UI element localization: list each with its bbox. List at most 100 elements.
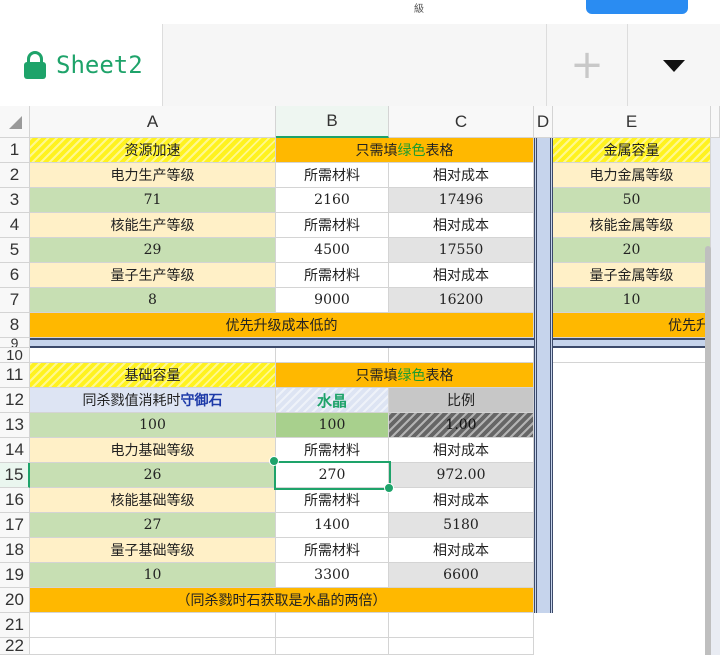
column-header-f[interactable] [711, 106, 720, 138]
row-header-18[interactable]: 18 [0, 538, 30, 563]
cell-c4[interactable]: 相对成本 [389, 213, 534, 238]
row-header-20[interactable]: 20 [0, 588, 30, 613]
row-header-2[interactable]: 2 [0, 163, 30, 188]
cell-a2[interactable]: 电力生产等级 [30, 163, 276, 188]
cell-e7[interactable]: 10 [553, 288, 711, 313]
cell-e4[interactable]: 核能金属等级 [553, 213, 711, 238]
sheet-menu-button[interactable] [627, 24, 720, 106]
row-header-9[interactable]: 9 [0, 338, 30, 348]
row-header-22[interactable]: 22 [0, 638, 30, 655]
cell-selection-box[interactable] [274, 461, 391, 490]
cell-a6[interactable]: 量子生产等级 [30, 263, 276, 288]
add-sheet-button[interactable]: + [546, 24, 627, 106]
row-header-11[interactable]: 11 [0, 363, 30, 388]
selection-handle-top-left[interactable] [269, 456, 279, 466]
cell-b16[interactable]: 所需材料 [276, 488, 389, 513]
cell-a15[interactable]: 26 [30, 463, 276, 488]
cell-a19[interactable]: 10 [30, 563, 276, 588]
cell-b11[interactable]: 只需填 绿色 表格 [276, 363, 534, 388]
row-header-13[interactable]: 13 [0, 413, 30, 438]
row-header-7[interactable]: 7 [0, 288, 30, 313]
cell-c12[interactable]: 比例 [389, 388, 534, 413]
row-header-1[interactable]: 1 [0, 138, 30, 163]
cell-a14[interactable]: 电力基础等级 [30, 438, 276, 463]
row-header-3[interactable]: 3 [0, 188, 30, 213]
row-header-10[interactable]: 10 [0, 348, 30, 363]
row-9-band[interactable] [30, 338, 720, 348]
row-header-14[interactable]: 14 [0, 438, 30, 463]
cell-c13[interactable]: 1.00 [389, 413, 534, 438]
column-header-b[interactable]: B [276, 106, 389, 138]
cell-b17[interactable]: 1400 [276, 513, 389, 538]
cell-b22[interactable] [276, 638, 389, 655]
done-button[interactable] [586, 0, 688, 14]
cell-b7[interactable]: 9000 [276, 288, 389, 313]
cell-a20[interactable]: （同杀戮时石获取是水晶的两倍） [30, 588, 534, 613]
selection-handle-bottom-right[interactable] [384, 483, 394, 493]
cell-c5[interactable]: 17550 [389, 238, 534, 263]
cell-c16[interactable]: 相对成本 [389, 488, 534, 513]
cell-e3[interactable]: 50 [553, 188, 711, 213]
cell-a3[interactable]: 71 [30, 188, 276, 213]
cell-b5[interactable]: 4500 [276, 238, 389, 263]
cell-b4[interactable]: 所需材料 [276, 213, 389, 238]
row-header-15[interactable]: 15 [0, 463, 30, 488]
vertical-scrollbar[interactable] [705, 246, 711, 655]
cell-a21[interactable] [30, 613, 276, 638]
cell-a12[interactable]: 同杀戮值消耗时 守御石 [30, 388, 276, 413]
column-header-a[interactable]: A [30, 106, 276, 138]
cell-a5[interactable]: 29 [30, 238, 276, 263]
cell-b1[interactable]: 只需填 绿色 表格 [276, 138, 534, 163]
cell-a4[interactable]: 核能生产等级 [30, 213, 276, 238]
cell-c3[interactable]: 17496 [389, 188, 534, 213]
cell-c17[interactable]: 5180 [389, 513, 534, 538]
cell-c18[interactable]: 相对成本 [389, 538, 534, 563]
cell-c22[interactable] [389, 638, 534, 655]
cell-c15[interactable]: 972.00 [389, 463, 534, 488]
row-header-5[interactable]: 5 [0, 238, 30, 263]
cell-c10[interactable] [389, 348, 534, 363]
cell-a10[interactable] [30, 348, 276, 363]
tab-sheet2[interactable]: Sheet2 [0, 24, 163, 106]
column-header-c[interactable]: C [389, 106, 534, 138]
cell-b3[interactable]: 2160 [276, 188, 389, 213]
cell-e2[interactable]: 电力金属等级 [553, 163, 711, 188]
cell-a8[interactable]: 优先升级成本低的 [30, 313, 534, 338]
cell-e6[interactable]: 量子金属等级 [553, 263, 711, 288]
cell-a13[interactable]: 100 [30, 413, 276, 438]
cell-b6[interactable]: 所需材料 [276, 263, 389, 288]
cell-b21[interactable] [276, 613, 389, 638]
cell-c7[interactable]: 16200 [389, 288, 534, 313]
cell-c14[interactable]: 相对成本 [389, 438, 534, 463]
cell-b19[interactable]: 3300 [276, 563, 389, 588]
cell-e1[interactable]: 金属容量 [553, 138, 711, 163]
cell-a18[interactable]: 量子基础等级 [30, 538, 276, 563]
cell-a22[interactable] [30, 638, 276, 655]
cell-e10[interactable] [553, 348, 711, 363]
select-all-corner[interactable] [0, 106, 30, 138]
cell-b18[interactable]: 所需材料 [276, 538, 389, 563]
cell-b13[interactable]: 100 [276, 413, 389, 438]
cell-a1[interactable]: 资源加速 [30, 138, 276, 163]
column-header-e[interactable]: E [553, 106, 711, 138]
cell-c21[interactable] [389, 613, 534, 638]
row-header-8[interactable]: 8 [0, 313, 30, 338]
column-header-d[interactable]: D [534, 106, 553, 138]
cell-a11[interactable]: 基础容量 [30, 363, 276, 388]
row-header-21[interactable]: 21 [0, 613, 30, 638]
cell-c2[interactable]: 相对成本 [389, 163, 534, 188]
row-header-4[interactable]: 4 [0, 213, 30, 238]
cell-b12[interactable]: 水晶 [276, 388, 389, 413]
spreadsheet-grid[interactable]: A B C D E 1 2 3 4 5 6 7 8 9 10 11 12 13 … [0, 106, 720, 655]
row-header-19[interactable]: 19 [0, 563, 30, 588]
cell-a17[interactable]: 27 [30, 513, 276, 538]
cell-e5[interactable]: 20 [553, 238, 711, 263]
row-header-17[interactable]: 17 [0, 513, 30, 538]
cell-c6[interactable]: 相对成本 [389, 263, 534, 288]
cell-b10[interactable] [276, 348, 389, 363]
cell-b2[interactable]: 所需材料 [276, 163, 389, 188]
cell-c19[interactable]: 6600 [389, 563, 534, 588]
cell-e8[interactable]: 优先升 [553, 313, 711, 338]
cell-b14[interactable]: 所需材料 [276, 438, 389, 463]
cell-a16[interactable]: 核能基础等级 [30, 488, 276, 513]
